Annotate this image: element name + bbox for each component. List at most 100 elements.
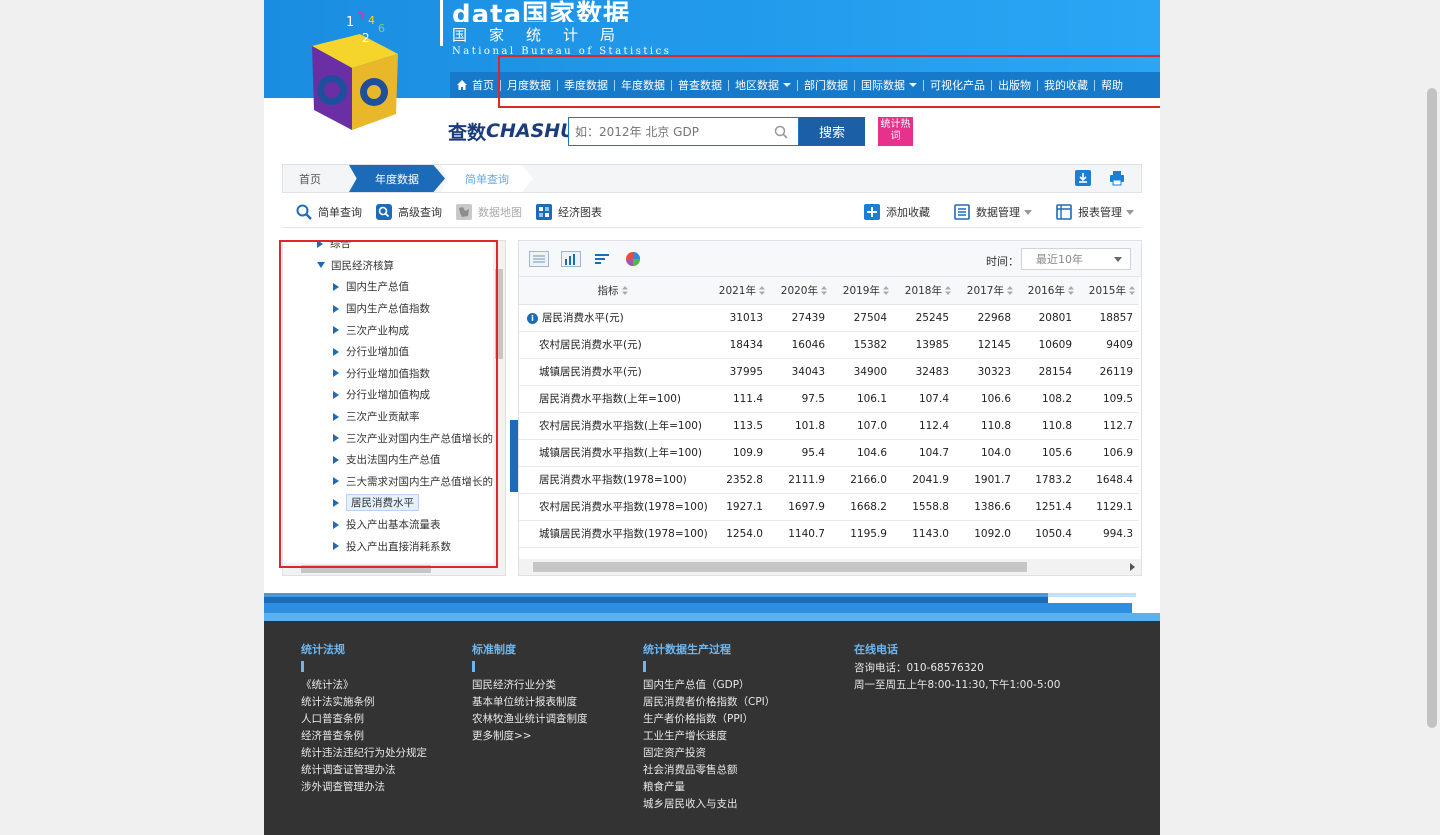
report-management-menu[interactable]: 报表管理 — [1056, 204, 1134, 220]
time-range-select[interactable]: 最近10年 — [1021, 248, 1131, 270]
tree-item[interactable]: 国内生产总值 — [283, 276, 499, 298]
tree-item[interactable]: 国内生产总值指数 — [283, 298, 499, 320]
tree-item[interactable]: 综合 — [283, 241, 499, 255]
tree-item[interactable]: 分行业增加值构成 — [283, 384, 499, 406]
caret-right-icon[interactable] — [333, 282, 339, 291]
tree-item[interactable]: 居民消费水平 — [283, 492, 499, 514]
column-header-year[interactable]: 2020年 — [769, 277, 831, 305]
sort-icon[interactable] — [945, 286, 951, 296]
simple-query-button[interactable]: 简单查询 — [296, 204, 362, 220]
footer-link[interactable]: 更多制度>> — [472, 728, 588, 745]
nav-item-8[interactable]: 可视化产品 — [924, 77, 991, 93]
footer-link[interactable]: 统计调查证管理办法 — [301, 762, 427, 779]
sort-icon[interactable] — [621, 286, 628, 296]
footer-link[interactable]: 工业生产增长速度 — [643, 728, 775, 745]
hot-words-button[interactable]: 统计热词 — [878, 117, 913, 146]
nav-item-7[interactable]: 国际数据 — [855, 77, 923, 93]
add-favorite-button[interactable]: 添加收藏 — [864, 204, 930, 220]
scroll-right-arrow-icon[interactable] — [1130, 563, 1135, 571]
caret-right-icon[interactable] — [333, 347, 339, 356]
caret-right-icon[interactable] — [333, 455, 339, 464]
page-scrollbar[interactable] — [1424, 0, 1440, 835]
footer-link[interactable]: 人口普查条例 — [301, 711, 427, 728]
tree-vertical-thumb[interactable] — [495, 269, 503, 359]
column-header-indicator[interactable]: 指标 — [519, 277, 710, 305]
tree-item[interactable]: 分行业增加值指数 — [283, 363, 499, 385]
tree-item[interactable]: 三次产业贡献率 — [283, 406, 499, 428]
tree-horizontal-thumb[interactable] — [301, 565, 431, 573]
footer-link[interactable]: 生产者价格指数（PPI） — [643, 711, 775, 728]
sort-icon[interactable] — [883, 286, 889, 296]
search-box[interactable] — [568, 117, 799, 146]
nav-item-6[interactable]: 部门数据 — [798, 77, 854, 93]
nav-item-10[interactable]: 我的收藏 — [1038, 77, 1094, 93]
tree-item[interactable]: 三次产业构成 — [283, 319, 499, 341]
caret-right-icon[interactable] — [333, 304, 339, 313]
pie-chart-icon[interactable] — [625, 251, 641, 267]
caret-right-icon[interactable] — [333, 390, 339, 399]
footer-link[interactable]: 农林牧渔业统计调查制度 — [472, 711, 588, 728]
footer-link[interactable]: 《统计法》 — [301, 677, 427, 694]
nav-item-4[interactable]: 普查数据 — [672, 77, 728, 93]
caret-right-icon[interactable] — [333, 498, 339, 507]
nav-item-11[interactable]: 帮助 — [1095, 77, 1129, 93]
column-header-year[interactable]: 2021年 — [710, 277, 769, 305]
caret-right-icon[interactable] — [333, 326, 339, 335]
column-header-year[interactable]: 2019年 — [831, 277, 893, 305]
caret-right-icon[interactable] — [333, 477, 339, 486]
sort-icon[interactable] — [1007, 286, 1013, 296]
tree-horizontal-scrollbar[interactable] — [283, 563, 505, 575]
tree-item[interactable]: 投入产出直接消耗系数 — [283, 535, 499, 557]
nav-item-9[interactable]: 出版物 — [992, 77, 1037, 93]
search-input[interactable] — [569, 124, 769, 139]
footer-link[interactable]: 粮食产量 — [643, 779, 775, 796]
footer-link[interactable]: 社会消费品零售总额 — [643, 762, 775, 779]
column-header-year[interactable]: 2015年 — [1078, 277, 1139, 305]
footer-link[interactable]: 国内生产总值（GDP） — [643, 677, 775, 694]
nav-item-1[interactable]: 月度数据 — [501, 77, 557, 93]
tree-item[interactable]: 国民经济核算 — [283, 255, 499, 277]
footer-link[interactable]: 经济普查条例 — [301, 728, 427, 745]
advanced-query-button[interactable]: 高级查询 — [376, 203, 442, 220]
caret-down-icon[interactable] — [317, 262, 325, 269]
economic-chart-button[interactable]: 经济图表 — [536, 203, 602, 220]
tree-item[interactable]: 分行业增加值 — [283, 341, 499, 363]
caret-right-icon[interactable] — [317, 241, 323, 248]
page-scrollbar-thumb[interactable] — [1427, 88, 1437, 728]
sort-icon[interactable] — [821, 286, 827, 296]
nav-item-2[interactable]: 季度数据 — [558, 77, 614, 93]
data-management-menu[interactable]: 数据管理 — [954, 204, 1032, 220]
search-button[interactable]: 搜索 — [799, 117, 865, 146]
caret-right-icon[interactable] — [333, 520, 339, 529]
list-view-icon[interactable] — [529, 250, 549, 267]
sort-icon[interactable] — [1129, 286, 1135, 296]
footer-link[interactable]: 居民消费者价格指数（CPI） — [643, 694, 775, 711]
sort-icon[interactable] — [1068, 286, 1074, 296]
print-icon[interactable] — [1109, 170, 1125, 186]
nav-item-3[interactable]: 年度数据 — [615, 77, 671, 93]
breadcrumb-home[interactable]: 首页 — [299, 165, 321, 192]
breadcrumb-year-data[interactable]: 年度数据 — [349, 165, 445, 192]
footer-link[interactable]: 统计违法违纪行为处分规定 — [301, 745, 427, 762]
table-horizontal-scrollbar[interactable] — [519, 559, 1141, 575]
footer-link[interactable]: 涉外调查管理办法 — [301, 779, 427, 796]
tree-item[interactable]: 三次产业对国内生产总值增长的 — [283, 427, 499, 449]
tree-item[interactable]: 投入产出基本流量表 — [283, 514, 499, 536]
bar-chart-icon[interactable] — [561, 250, 581, 267]
caret-right-icon[interactable] — [333, 369, 339, 378]
tree-vertical-scrollbar[interactable] — [493, 241, 505, 563]
nav-item-0[interactable]: 首页 — [450, 77, 500, 93]
bar-horizontal-icon[interactable] — [593, 251, 613, 267]
download-icon[interactable] — [1075, 170, 1091, 186]
tree-item[interactable]: 三大需求对国内生产总值增长的 — [283, 471, 499, 493]
panel-collapse-handle[interactable] — [510, 420, 518, 492]
caret-right-icon[interactable] — [333, 542, 339, 551]
sort-icon[interactable] — [759, 286, 765, 296]
column-header-year[interactable]: 2018年 — [893, 277, 955, 305]
table-horizontal-thumb[interactable] — [533, 562, 1027, 572]
footer-link[interactable]: 城乡居民收入与支出 — [643, 796, 775, 813]
footer-link[interactable]: 国民经济行业分类 — [472, 677, 588, 694]
column-header-year[interactable]: 2016年 — [1017, 277, 1078, 305]
info-icon[interactable]: i — [527, 312, 538, 324]
column-header-year[interactable]: 2017年 — [955, 277, 1017, 305]
